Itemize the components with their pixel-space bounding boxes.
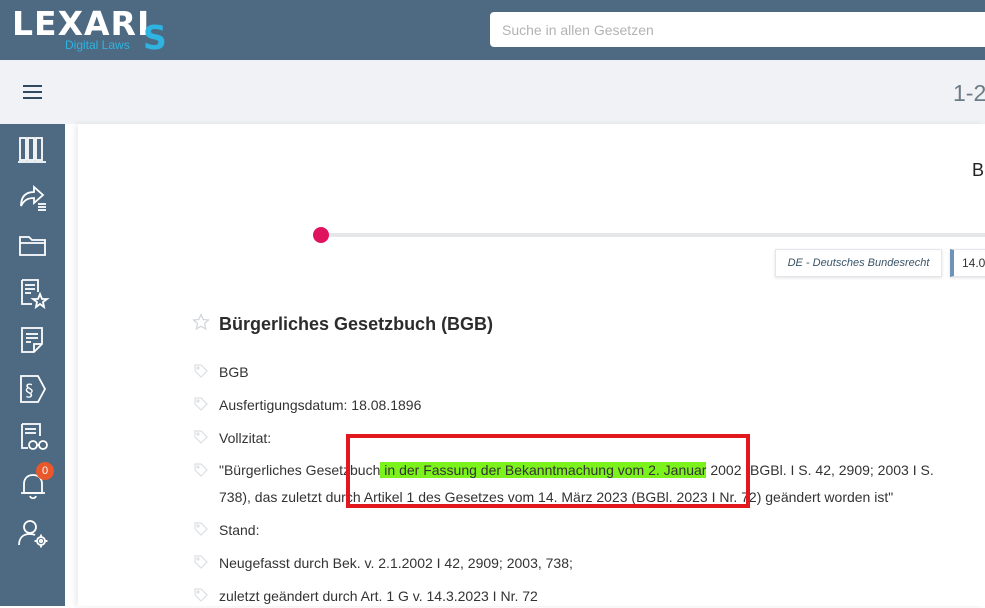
search-input[interactable]: [490, 12, 985, 47]
lexaris-logo[interactable]: LEXARI S Digital Laws: [12, 5, 172, 57]
library-books-icon[interactable]: [16, 132, 50, 166]
favorites-document-icon[interactable]: [16, 276, 50, 310]
result-range: 1-2: [953, 80, 985, 106]
document-glasses-icon[interactable]: [16, 420, 50, 454]
meta-abbreviation: BGB: [219, 364, 249, 380]
folder-icon[interactable]: [16, 228, 50, 262]
tag-icon: [193, 521, 209, 537]
bell-icon[interactable]: 0: [16, 462, 54, 502]
note-document-icon[interactable]: [16, 324, 50, 358]
star-icon[interactable]: [192, 313, 210, 331]
meta-stand-label: Stand:: [219, 522, 260, 538]
notification-badge: 0: [36, 462, 54, 480]
timeline-handle[interactable]: [313, 227, 329, 243]
tag-icon: [193, 396, 209, 412]
document-title: Bürgerliches Gesetzbuch (BGB): [219, 314, 494, 334]
svg-text:§: §: [25, 381, 34, 401]
top-header: LEXARI S Digital Laws: [0, 0, 985, 60]
user-settings-icon[interactable]: [16, 516, 50, 550]
meta-vollzitat-label: Vollzitat:: [219, 430, 272, 446]
menu-icon[interactable]: [22, 83, 44, 101]
share-list-icon[interactable]: [16, 180, 50, 214]
meta-ausfertigungsdatum: Ausfertigungsdatum: 18.08.1896: [219, 397, 422, 413]
meta-stand-neugefasst: Neugefasst durch Bek. v. 2.1.2002 I 42, …: [219, 555, 573, 571]
document-panel: [78, 124, 985, 606]
tag-icon: [193, 363, 209, 379]
sidebar: § 0: [0, 124, 65, 606]
paragraph-icon[interactable]: §: [16, 372, 50, 406]
tag-icon: [193, 587, 209, 603]
panel-heading-fragment: B: [972, 160, 985, 180]
annotation-highlight-box: [346, 434, 750, 508]
tag-icon: [193, 462, 209, 478]
logo-s-letter: S: [143, 18, 167, 57]
tag-icon: [193, 554, 209, 570]
logo-tagline: Digital Laws: [65, 38, 130, 52]
version-timeline[interactable]: [320, 233, 985, 237]
toolbar: 1-2: [0, 60, 985, 124]
meta-stand-geaendert: zuletzt geändert durch Art. 1 G v. 14.3.…: [219, 588, 538, 604]
date-chip[interactable]: 14.0: [950, 249, 985, 277]
jurisdiction-chip[interactable]: DE - Deutsches Bundesrecht: [775, 249, 942, 277]
tag-icon: [193, 429, 209, 445]
